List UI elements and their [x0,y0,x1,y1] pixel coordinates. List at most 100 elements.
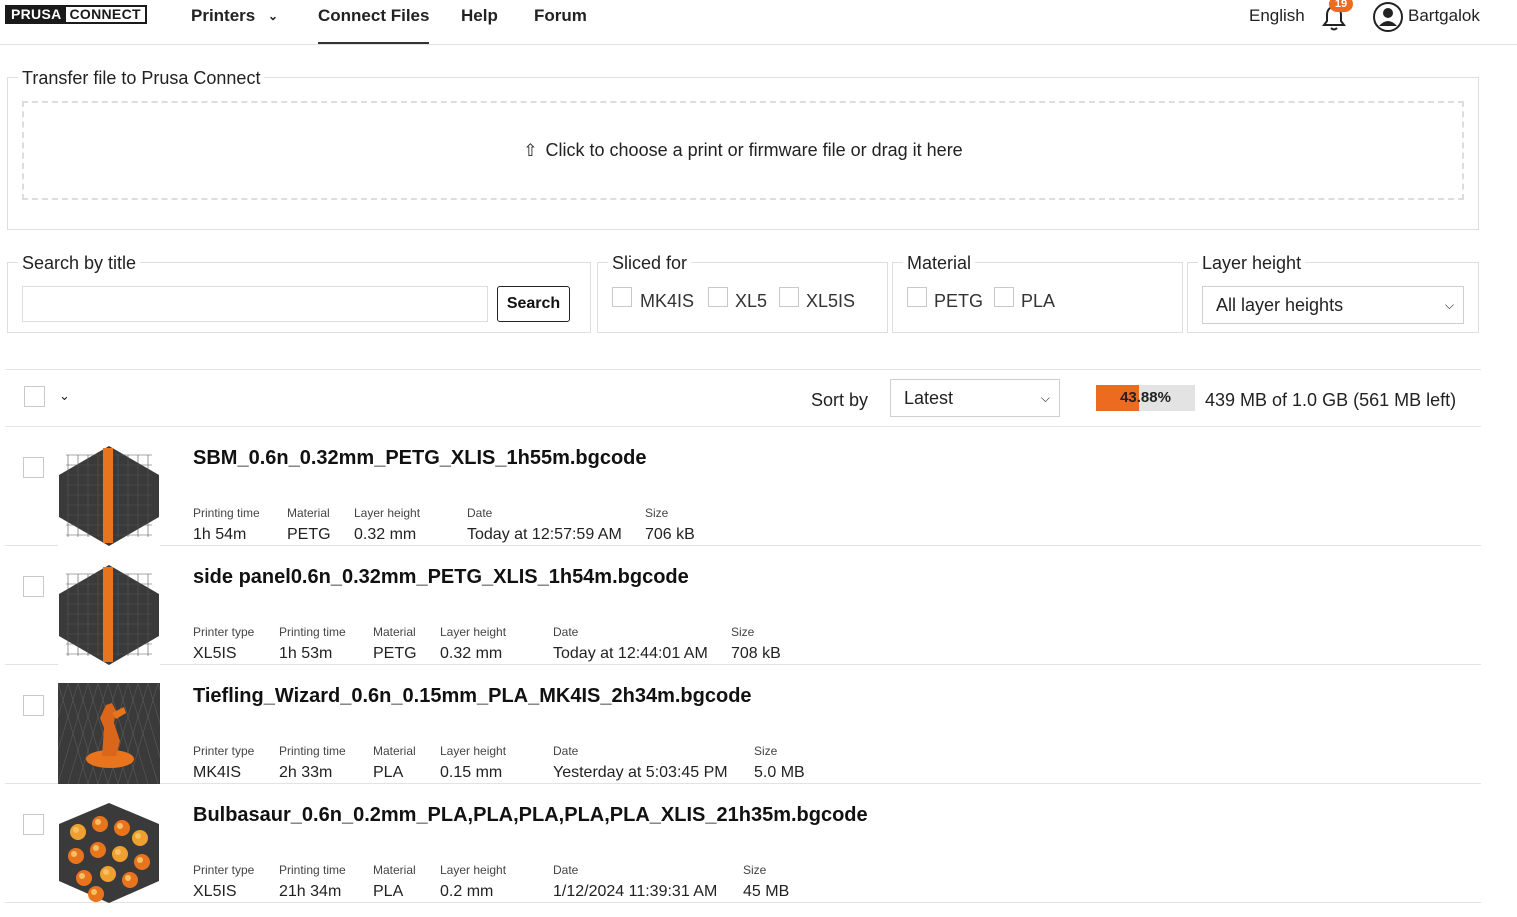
meta-key: Layer height [354,506,421,520]
meta-value: 708 kB [731,645,781,662]
meta-value: 0.2 mm [440,883,494,900]
file-thumbnail[interactable] [58,683,160,784]
chevron-down-icon: ⌵ [1444,298,1454,312]
meta-key: Printer type [193,863,255,877]
file-row[interactable]: SBM_0.6n_0.32mm_PETG_XLIS_1h55m.bgcode Pr… [5,427,1481,546]
select-all-checkbox[interactable] [24,386,45,407]
nav-forum[interactable]: Forum [534,0,587,44]
material-legend: Material [903,252,976,274]
meta-key: Material [373,625,416,639]
layer-height-selected: All layer heights [1216,295,1344,315]
file-thumbnail[interactable] [58,564,160,665]
meta-key: Date [553,625,579,639]
file-meta-layer-height: Layer height 0.2 mm [440,863,506,901]
layer-height-legend: Layer height [1198,252,1306,274]
meta-value: PLA [373,883,404,900]
layer-height-select[interactable]: All layer heights ⌵ [1202,286,1464,324]
meta-value: 45 MB [743,883,790,900]
nav-help-label: Help [461,6,498,25]
file-meta-printer-type: Printer type XL5IS [193,863,254,901]
meta-value: 5.0 MB [754,764,805,781]
material-filter: Material PETG PLA [892,252,1183,333]
file-name[interactable]: Bulbasaur_0.6n_0.2mm_PLA,PLA,PLA,PLA,PLA… [193,803,868,827]
label-xl5: XL5 [735,291,768,311]
notification-count-badge: 19 [1329,0,1353,12]
checkbox-pla[interactable] [994,287,1014,307]
nav-printers[interactable]: Printers ⌄ [191,0,278,44]
prusa-connect-logo[interactable]: PRUSA CONNECT [5,5,147,24]
file-row-checkbox[interactable] [23,576,44,597]
chevron-down-icon: ⌵ [1040,391,1050,405]
search-button[interactable]: Search [497,286,570,322]
file-meta-printing-time: Printing time 1h 53m [279,625,346,663]
file-meta-material: Material PLA [373,863,416,901]
file-dropzone[interactable]: ⇧ Click to choose a print or firmware fi… [22,101,1464,200]
nav-connect-files[interactable]: Connect Files [318,0,430,44]
nav-connect-files-label: Connect Files [318,6,430,25]
file-name[interactable]: SBM_0.6n_0.32mm_PETG_XLIS_1h55m.bgcode [193,446,647,470]
meta-value: 1h 54m [193,526,247,543]
meta-key: Printing time [279,625,346,639]
file-meta-layer-height: Layer height 0.15 mm [440,744,506,782]
file-row-checkbox[interactable] [23,814,44,835]
file-row-checkbox[interactable] [23,695,44,716]
meta-value: 2h 33m [279,764,333,781]
label-pla: PLA [1021,291,1056,311]
meta-key: Layer height [440,625,507,639]
sort-select[interactable]: Latest ⌵ [890,379,1060,417]
dropzone-text: Click to choose a print or firmware file… [545,140,963,160]
meta-key: Date [553,863,579,877]
meta-key: Printing time [193,506,260,520]
file-meta-date: Date 1/12/2024 11:39:31 AM [553,863,717,901]
meta-key: Printing time [279,744,346,758]
search-legend: Search by title [18,252,141,274]
username[interactable]: Bartgalok [1408,0,1480,32]
file-meta-printer-type: Printer type XL5IS [193,625,254,663]
meta-key: Layer height [440,744,507,758]
file-row[interactable]: Tiefling_Wizard_0.6n_0.15mm_PLA_MK4IS_2h… [5,665,1481,784]
file-meta-size: Size 708 kB [731,625,781,663]
meta-key: Size [754,744,778,758]
file-thumbnail[interactable] [58,802,160,903]
chevron-down-icon: ⌄ [267,9,279,23]
file-row[interactable]: Bulbasaur_0.6n_0.2mm_PLA,PLA,PLA,PLA,PLA… [5,784,1481,903]
file-name[interactable]: Tiefling_Wizard_0.6n_0.15mm_PLA_MK4IS_2h… [193,684,752,708]
checkbox-petg[interactable] [907,287,927,307]
user-avatar-icon[interactable] [1372,1,1404,33]
top-navigation-bar: PRUSA CONNECT Printers ⌄ Connect Files H… [0,0,1517,45]
sliced-for-filter: Sliced for MK4IS XL5 XL5IS [597,252,888,333]
storage-usage-bar: 43.88% [1096,385,1195,411]
file-meta-size: Size 5.0 MB [754,744,805,782]
storage-usage-text: 439 MB of 1.0 GB (561 MB left) [1205,390,1457,410]
label-mk4is: MK4IS [640,291,695,311]
language-selector[interactable]: English [1249,0,1305,32]
file-thumbnail[interactable] [58,445,160,546]
meta-value: 21h 34m [279,883,342,900]
meta-key: Material [373,863,416,877]
divider [5,369,1481,370]
file-name[interactable]: side panel0.6n_0.32mm_PETG_XLIS_1h54m.bg… [193,565,689,589]
file-meta-material: Material PLA [373,744,416,782]
file-row-checkbox[interactable] [23,457,44,478]
sort-by-label: Sort by [811,390,869,410]
checkbox-xl5[interactable] [708,287,728,307]
meta-key: Material [287,506,330,520]
file-meta-printer-type: Printer type MK4IS [193,744,254,782]
meta-value: XL5IS [193,645,237,662]
file-meta-size: Size 45 MB [743,863,789,901]
label-petg: PETG [934,291,984,311]
nav-help[interactable]: Help [461,0,498,44]
chevron-down-icon[interactable]: ⌄ [59,388,70,404]
search-input[interactable] [22,286,488,322]
meta-key: Date [553,744,579,758]
file-meta-printing-time: Printing time 2h 33m [279,744,346,782]
file-row[interactable]: side panel0.6n_0.32mm_PETG_XLIS_1h54m.bg… [5,546,1481,665]
file-meta-material: Material PETG [373,625,417,663]
logo-part-prusa: PRUSA [7,7,66,22]
meta-value: Today at 12:44:01 AM [553,645,708,662]
checkbox-mk4is[interactable] [612,287,632,307]
file-meta-layer-height: Layer height 0.32 mm [354,506,420,544]
checkbox-xl5is[interactable] [779,287,799,307]
meta-value: PETG [287,526,331,543]
search-filter: Search by title Search [7,252,591,333]
